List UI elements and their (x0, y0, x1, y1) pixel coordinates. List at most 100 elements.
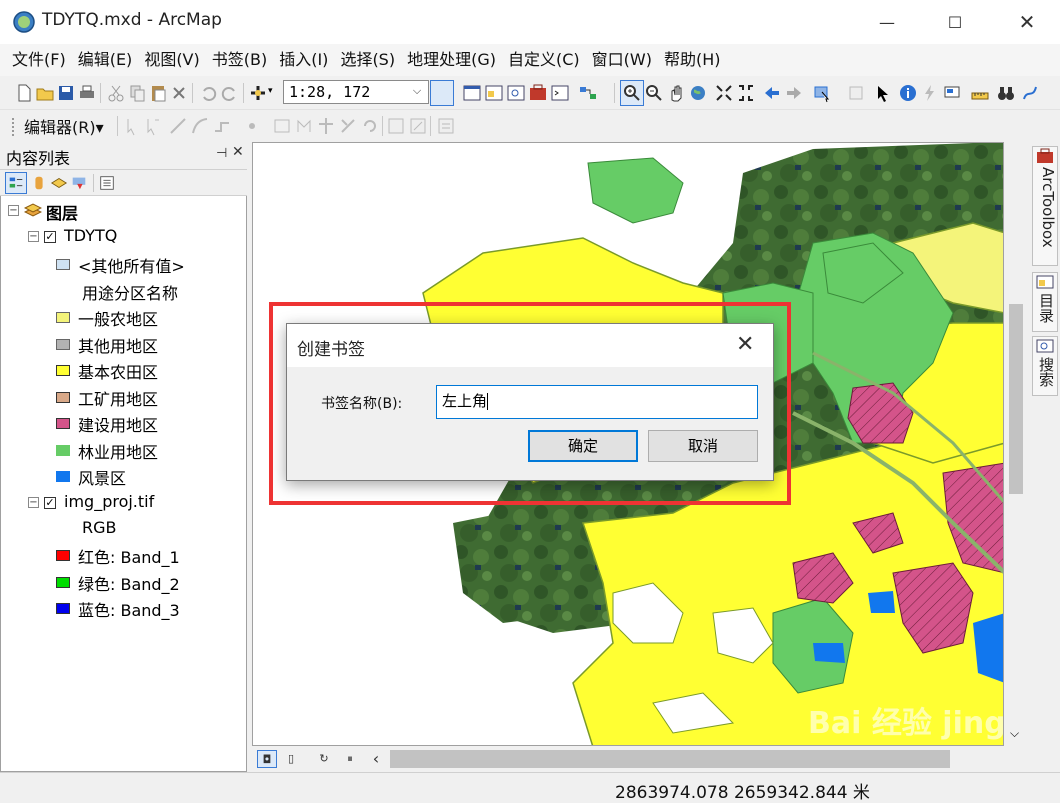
print-icon[interactable] (77, 83, 97, 103)
layout-view-button[interactable]: ▯ (281, 750, 301, 768)
undo-icon[interactable] (198, 83, 218, 103)
find-route-icon[interactable] (1020, 83, 1040, 103)
add-data-dropdown-icon[interactable]: ▾ (268, 86, 273, 96)
other-values-swatch[interactable] (56, 259, 70, 270)
html-popup-icon[interactable] (942, 83, 962, 103)
collapse-tdytq-toggle[interactable]: − (28, 231, 39, 242)
list-by-visibility-icon[interactable] (50, 174, 68, 192)
img-visibility-checkbox[interactable]: ✓ (44, 497, 56, 509)
menu-bookmarks[interactable]: 书签(B) (206, 44, 273, 76)
save-icon[interactable] (56, 83, 76, 103)
split-tool-icon[interactable] (338, 116, 358, 136)
new-document-icon[interactable] (14, 83, 34, 103)
close-icon[interactable]: ✕ (232, 144, 244, 160)
arctoolbox-window-icon[interactable] (528, 83, 548, 103)
clear-selection-icon[interactable] (846, 83, 866, 103)
attributes-icon[interactable] (386, 116, 406, 136)
menu-view[interactable]: 视图(V) (138, 44, 205, 76)
refresh-view-icon[interactable]: ↻ (314, 750, 334, 768)
chevron-down-icon[interactable]: ⌵ (408, 84, 426, 100)
menu-selection[interactable]: 选择(S) (334, 44, 401, 76)
end-point-arc-icon[interactable] (190, 116, 210, 136)
vertical-scroll-thumb[interactable] (1009, 304, 1023, 494)
menu-file[interactable]: 文件(F) (6, 44, 72, 76)
list-by-selection-icon[interactable] (70, 174, 88, 192)
point-tool-icon[interactable] (242, 116, 262, 136)
modelbuilder-icon[interactable] (578, 83, 598, 103)
scroll-down-icon[interactable]: ⌵ (1010, 726, 1019, 741)
layer-img-name[interactable]: img_proj.tif (64, 492, 154, 511)
class-swatch-1[interactable] (56, 339, 70, 350)
class-swatch-4[interactable] (56, 418, 70, 429)
map-vertical-scrollbar[interactable]: ⌵ (1004, 142, 1028, 746)
editor-toolbar-toggle[interactable] (430, 80, 454, 106)
create-features-icon[interactable] (436, 116, 456, 136)
edit-vertices-icon[interactable] (272, 116, 292, 136)
data-view-button[interactable]: ◘ (257, 750, 277, 768)
menu-insert[interactable]: 插入(I) (273, 44, 334, 76)
edit-tool-icon[interactable] (122, 116, 142, 136)
forward-extent-icon[interactable] (784, 83, 804, 103)
measure-ruler-icon[interactable] (970, 83, 990, 103)
delete-icon[interactable] (169, 83, 189, 103)
class-swatch-6[interactable] (56, 471, 70, 482)
class-swatch-5[interactable] (56, 445, 70, 456)
close-button[interactable]: ✕ (1004, 0, 1050, 44)
maximize-button[interactable]: ☐ (932, 0, 978, 44)
toc-options-icon[interactable] (98, 174, 116, 192)
pause-drawing-icon[interactable]: ⏸ (340, 750, 360, 768)
menu-help[interactable]: 帮助(H) (658, 44, 727, 76)
layer-tdytq-name[interactable]: TDYTQ (64, 226, 117, 245)
redo-icon[interactable] (220, 83, 240, 103)
list-by-source-icon[interactable] (30, 174, 48, 192)
pan-hand-icon[interactable] (666, 83, 686, 103)
toc-root-layers[interactable]: 图层 (46, 200, 78, 224)
class-swatch-2[interactable] (56, 365, 70, 376)
zoom-out-icon[interactable] (644, 83, 664, 103)
back-extent-icon[interactable] (762, 83, 782, 103)
collapse-layers-toggle[interactable]: − (8, 205, 19, 216)
band-swatch-2[interactable] (56, 603, 70, 614)
catalog-window-icon[interactable] (484, 83, 504, 103)
python-window-icon[interactable] (550, 83, 570, 103)
collapse-img-toggle[interactable]: − (28, 497, 39, 508)
select-features-icon[interactable] (812, 83, 832, 103)
rotate-tool-icon[interactable] (360, 116, 380, 136)
zoom-in-icon[interactable] (622, 83, 642, 103)
menu-customize[interactable]: 自定义(C) (502, 44, 586, 76)
menu-edit[interactable]: 编辑(E) (72, 44, 139, 76)
cut-polygons-icon[interactable] (316, 116, 336, 136)
scroll-left-icon[interactable]: ‹ (366, 750, 386, 768)
trace-tool-icon[interactable] (212, 116, 232, 136)
reshape-feature-icon[interactable] (294, 116, 314, 136)
menu-geoprocessing[interactable]: 地理处理(G) (401, 44, 502, 76)
arctoolbox-tab[interactable]: ArcToolbox (1032, 146, 1058, 266)
find-binoculars-icon[interactable] (996, 83, 1016, 103)
select-elements-arrow-icon[interactable] (872, 83, 892, 103)
menu-windows[interactable]: 窗口(W) (586, 44, 658, 76)
identify-icon[interactable] (898, 83, 918, 103)
toc-window-icon[interactable] (462, 83, 482, 103)
class-swatch-0[interactable] (56, 312, 70, 323)
add-data-icon[interactable] (248, 83, 268, 103)
cut-icon[interactable] (106, 83, 126, 103)
sketch-properties-icon[interactable] (408, 116, 428, 136)
band-swatch-1[interactable] (56, 577, 70, 588)
tdytq-visibility-checkbox[interactable]: ✓ (44, 231, 56, 243)
editor-menu-button[interactable]: 编辑器(R)▾ (24, 114, 104, 138)
hyperlink-lightning-icon[interactable] (920, 83, 940, 103)
list-by-drawing-order-icon[interactable] (7, 174, 25, 192)
edit-annotation-icon[interactable] (142, 116, 162, 136)
band-swatch-0[interactable] (56, 550, 70, 561)
minimize-button[interactable]: — (864, 0, 910, 44)
search-window-icon[interactable] (506, 83, 526, 103)
horizontal-scroll-thumb[interactable] (390, 750, 950, 768)
toolbar-grip[interactable] (12, 118, 15, 136)
open-folder-icon[interactable] (35, 83, 55, 103)
copy-icon[interactable] (127, 83, 147, 103)
full-extent-globe-icon[interactable] (688, 83, 708, 103)
pin-icon[interactable]: ⊣ (216, 146, 227, 161)
fixed-zoom-out-icon[interactable] (736, 83, 756, 103)
paste-icon[interactable] (148, 83, 168, 103)
straight-segment-icon[interactable] (168, 116, 188, 136)
